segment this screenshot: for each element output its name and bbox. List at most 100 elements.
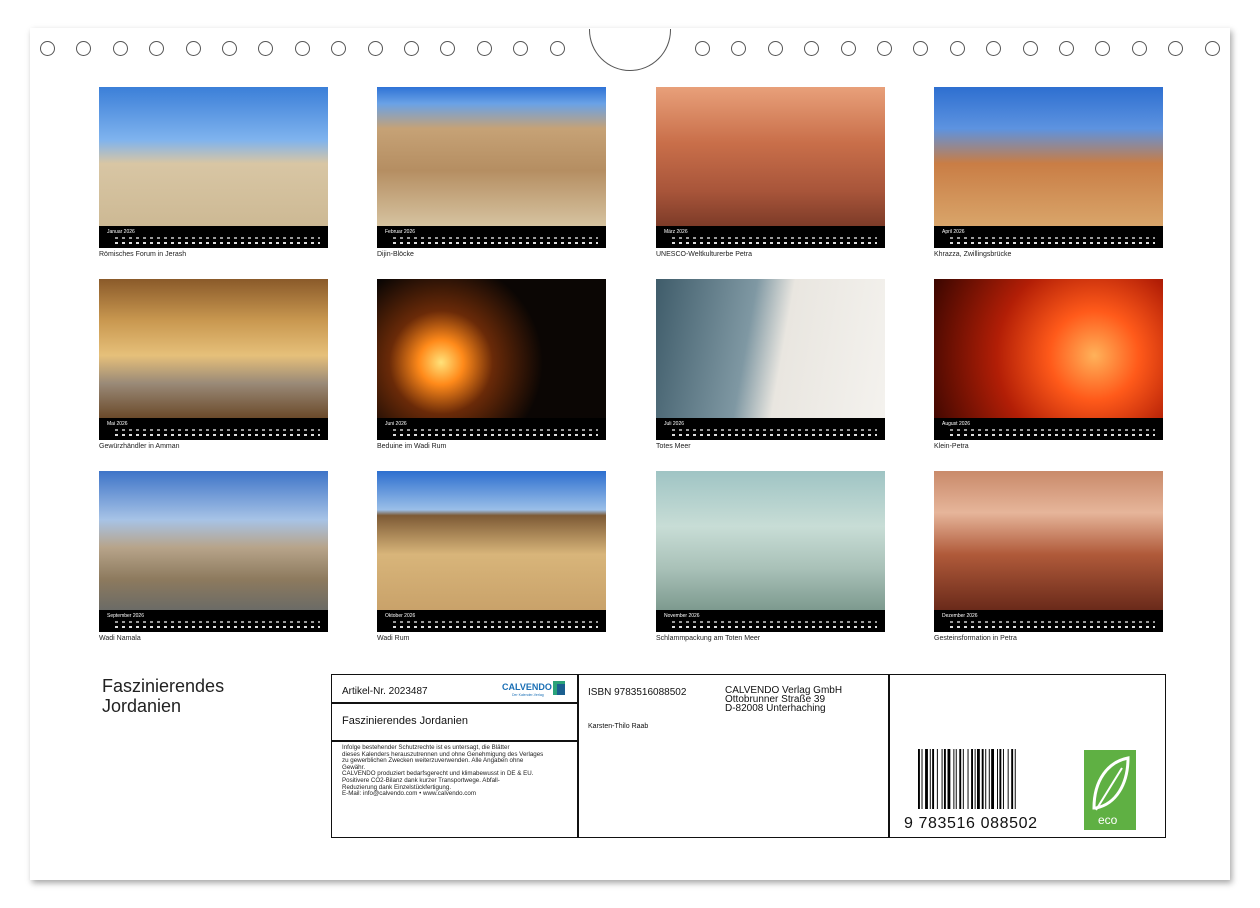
- binding-hole: [804, 41, 819, 56]
- month-photo: [377, 279, 606, 418]
- month-photo: [934, 279, 1163, 418]
- binding-hole: [295, 41, 310, 56]
- photo-caption: Dijin-Blöcke: [377, 251, 414, 258]
- month-tile: Juni 2026 Beduine im Wadi Rum: [377, 279, 606, 450]
- month-tile: August 2026 Klein-Petra: [934, 279, 1163, 450]
- month-photo: [656, 471, 885, 610]
- binding-hole: [695, 41, 710, 56]
- month-tile: September 2026 Wadi Namala: [99, 471, 328, 642]
- photo-caption: Beduine im Wadi Rum: [377, 443, 447, 450]
- binding-hole: [1132, 41, 1147, 56]
- isbn: ISBN 9783516088502: [588, 687, 687, 698]
- binding-hole: [877, 41, 892, 56]
- mini-calendar: Februar 2026: [377, 226, 606, 248]
- day-numbers-row: [393, 434, 598, 436]
- month-label: September 2026: [107, 613, 144, 619]
- month-tile: Oktober 2026 Wadi Rum: [377, 471, 606, 642]
- month-tile: Februar 2026 Dijin-Blöcke: [377, 87, 606, 258]
- legal-line: zu gewerblichen Zwecken weiterzuverwende…: [342, 757, 524, 765]
- month-label: Dezember 2026: [942, 613, 978, 619]
- publisher-line: D-82008 Unterhaching: [725, 703, 826, 714]
- mini-calendar: Januar 2026: [99, 226, 328, 248]
- barcode-number: 9 783516 088502: [904, 815, 1038, 832]
- mini-calendar: September 2026: [99, 610, 328, 632]
- day-numbers-row: [115, 242, 320, 244]
- month-photo: [656, 279, 885, 418]
- binding-hole: [40, 41, 55, 56]
- month-label: Januar 2026: [107, 229, 135, 235]
- eco-badge: eco: [1084, 750, 1136, 830]
- photo-caption: Gewürzhändler in Amman: [99, 443, 180, 450]
- mini-calendar: November 2026: [656, 610, 885, 632]
- binding-hole: [986, 41, 1001, 56]
- month-photo: [99, 471, 328, 610]
- day-numbers-row: [393, 626, 598, 628]
- mini-calendar: Oktober 2026: [377, 610, 606, 632]
- legal-notice: Infolge bestehender Schutzrechte ist es …: [342, 744, 578, 798]
- article-number: Artikel-Nr. 2023487: [342, 686, 428, 697]
- mini-calendar: Dezember 2026: [934, 610, 1163, 632]
- binding-hole: [731, 41, 746, 56]
- photo-caption: Totes Meer: [656, 443, 691, 450]
- product-title: Faszinierendes Jordanien: [342, 715, 468, 727]
- photo-caption: Wadi Rum: [377, 635, 410, 642]
- photo-caption: UNESCO-Weltkulturerbe Petra: [656, 251, 752, 258]
- binding-hole: [841, 41, 856, 56]
- month-photo: [99, 87, 328, 226]
- photo-caption: Schlammpackung am Toten Meer: [656, 635, 761, 642]
- binding-hole: [477, 41, 492, 56]
- photo-caption: Römisches Forum in Jerash: [99, 251, 187, 258]
- binding-hole: [76, 41, 91, 56]
- month-photo: [377, 87, 606, 226]
- day-numbers-row: [672, 626, 877, 628]
- binding-hole: [1095, 41, 1110, 56]
- binding-hole: [768, 41, 783, 56]
- binding-hole: [1023, 41, 1038, 56]
- binding-hole: [913, 41, 928, 56]
- month-photo: [99, 279, 328, 418]
- month-label: Juli 2026: [664, 421, 685, 427]
- day-numbers-row: [950, 434, 1155, 436]
- binding-hole: [950, 41, 965, 56]
- mini-calendar: März 2026: [656, 226, 885, 248]
- month-photo: [377, 471, 606, 610]
- month-tile: Januar 2026 Römisches Forum in Jerash: [99, 87, 328, 258]
- binding-hole: [258, 41, 273, 56]
- day-numbers-row: [950, 242, 1155, 244]
- svg-text:eco: eco: [1098, 813, 1118, 827]
- day-numbers-row: [950, 626, 1155, 628]
- month-tile: April 2026 Khrazza, Zwillingsbrücke: [934, 87, 1163, 258]
- author: Karsten-Thilo Raab: [588, 723, 649, 730]
- month-label: Juni 2026: [385, 421, 407, 427]
- calvendo-logo: CALVENDO Der Kalender-Verlag: [502, 681, 565, 697]
- month-label: März 2026: [664, 229, 688, 235]
- photo-caption: Wadi Namala: [99, 635, 141, 642]
- svg-text:CALVENDO: CALVENDO: [502, 682, 552, 692]
- month-tile: Juli 2026 Totes Meer: [656, 279, 885, 450]
- month-photo: [656, 87, 885, 226]
- month-tile: Dezember 2026 Gesteinsformation in Petra: [934, 471, 1163, 642]
- publisher-address: CALVENDO Verlag GmbH Ottobrunner Straße 3…: [725, 686, 842, 714]
- month-label: Mai 2026: [107, 421, 128, 427]
- binding-hole: [222, 41, 237, 56]
- binding-hole: [513, 41, 528, 56]
- day-numbers-row: [672, 242, 877, 244]
- photo-caption: Khrazza, Zwillingsbrücke: [934, 251, 1012, 258]
- mini-calendar: April 2026: [934, 226, 1163, 248]
- mini-calendar: Juni 2026: [377, 418, 606, 440]
- day-numbers-row: [672, 434, 877, 436]
- mini-calendar: August 2026: [934, 418, 1163, 440]
- binding-hole: [404, 41, 419, 56]
- month-label: Februar 2026: [385, 229, 416, 235]
- day-numbers-row: [115, 626, 320, 628]
- binding-hole: [368, 41, 383, 56]
- day-numbers-row: [393, 242, 598, 244]
- binding-hole: [1168, 41, 1183, 56]
- mini-calendar: Juli 2026: [656, 418, 885, 440]
- calendar-title: Faszinierendes Jordanien: [102, 676, 225, 716]
- month-label: August 2026: [942, 421, 971, 427]
- binding-hole: [149, 41, 164, 56]
- mini-calendar: Mai 2026: [99, 418, 328, 440]
- svg-text:Der Kalender-Verlag: Der Kalender-Verlag: [512, 693, 544, 697]
- photo-caption: Gesteinsformation in Petra: [934, 635, 1017, 642]
